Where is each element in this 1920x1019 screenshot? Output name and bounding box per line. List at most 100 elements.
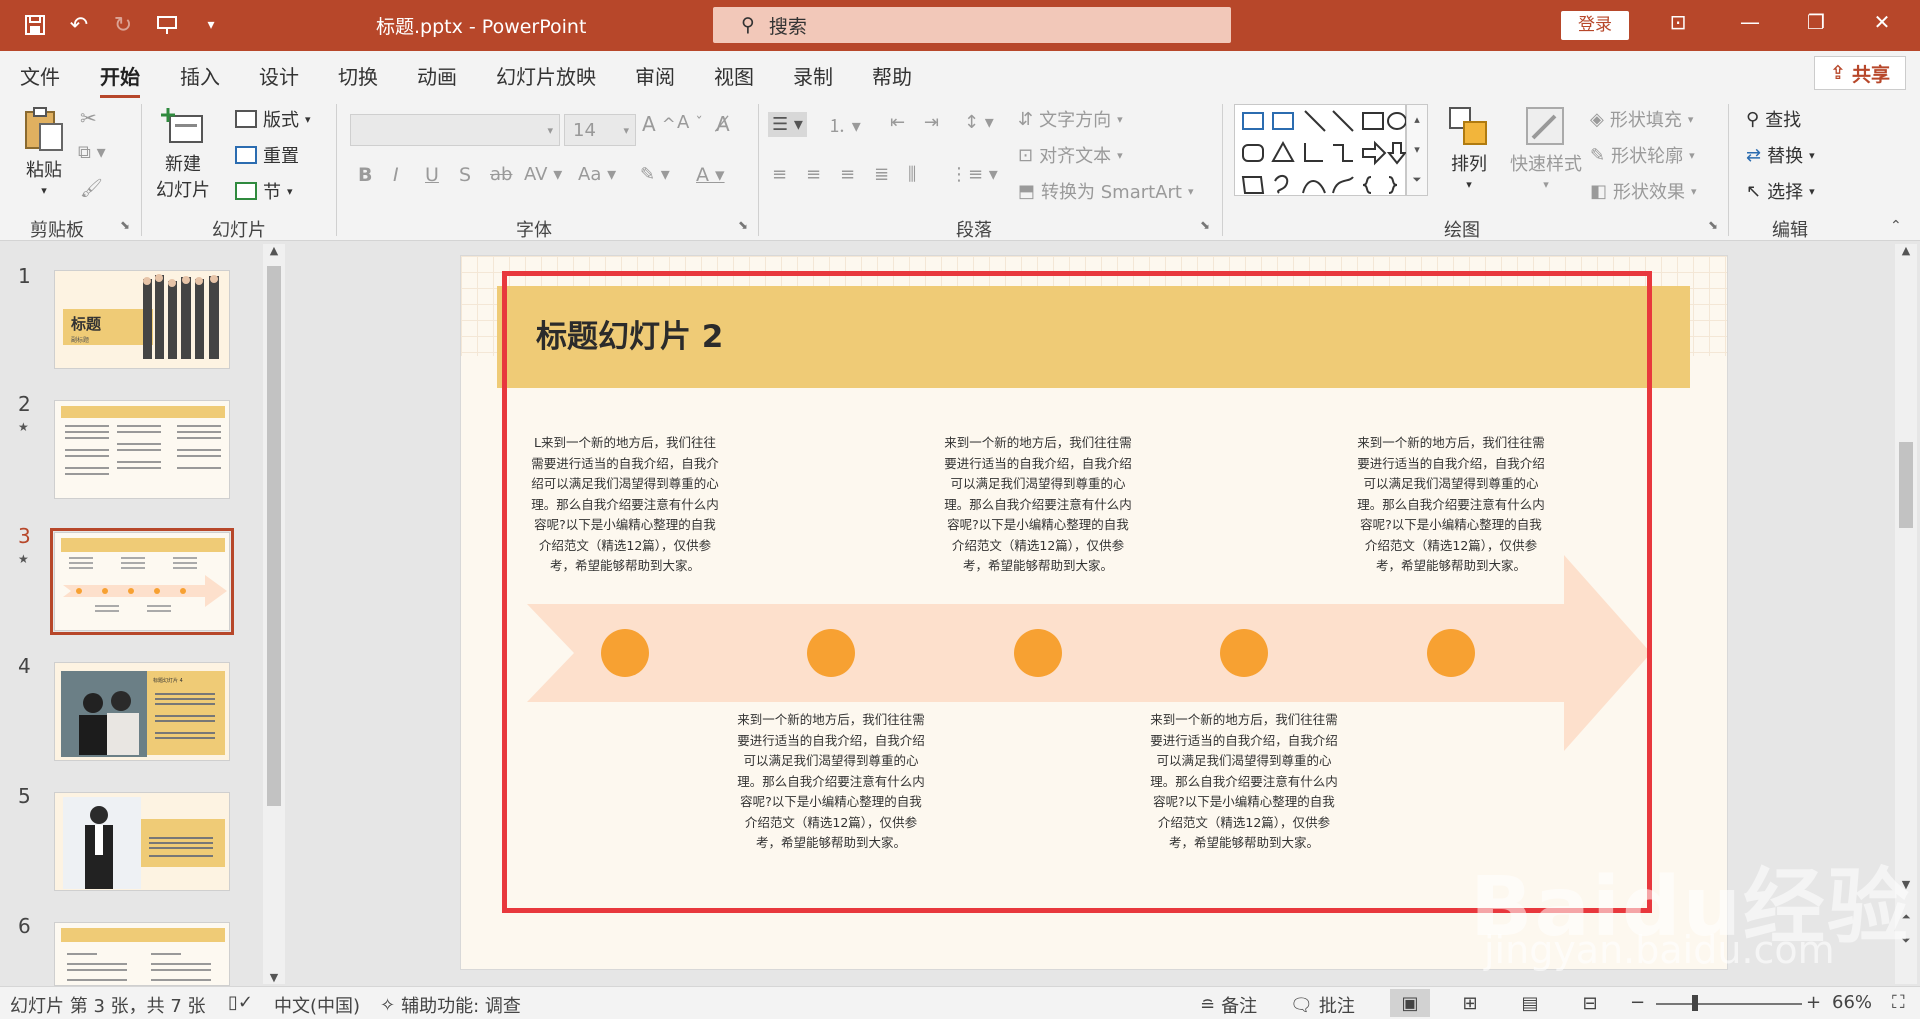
select-button[interactable]: ↖ 选择 ▾ [1746,178,1815,204]
tab-help[interactable]: 帮助 [872,61,912,90]
font-name-field[interactable]: ▾ [350,114,560,146]
strikethrough-icon[interactable]: ab [490,164,512,185]
spellcheck-icon[interactable]: ▯✓ [228,992,253,1013]
slide-thumbnail-2[interactable] [54,400,230,499]
new-slide-button[interactable]: 新建 幻灯片 [156,106,210,202]
save-icon[interactable] [20,10,50,40]
thumbnails-scrollbar[interactable]: ▲ ▼ [263,244,285,984]
decrease-indent-icon[interactable]: ⇤ [890,112,905,133]
restore-icon[interactable]: ❐ [1796,10,1836,34]
customize-qat-icon[interactable]: ▾ [196,10,226,40]
paragraph-launcher-icon[interactable]: ⬊ [1200,218,1210,232]
copy-icon[interactable]: ⧉ ▾ [78,142,106,163]
share-button[interactable]: ⇪ 共享 [1814,56,1906,90]
align-text-button[interactable]: ⊡ 对齐文本 ▾ [1018,142,1123,168]
tab-view[interactable]: 视图 [714,61,754,90]
align-center-icon[interactable]: ≡ [806,164,821,185]
line-spacing-icon[interactable]: ↕ ▾ [964,112,994,133]
highlight-color-icon[interactable]: ✎ ▾ [640,164,670,185]
slideshow-view-icon[interactable]: ⊟ [1570,989,1610,1017]
font-color-icon[interactable]: A ▾ [696,164,725,186]
tab-insert[interactable]: 插入 [180,61,220,90]
zoom-slider-track[interactable] [1656,1003,1802,1005]
accessibility-status[interactable]: ✧ 辅助功能: 调查 [380,992,521,1018]
drawing-launcher-icon[interactable]: ⬊ [1708,218,1718,232]
slide-sorter-view-icon[interactable]: ⊞ [1450,989,1490,1017]
scroll-up-icon[interactable]: ▲ [1895,244,1917,257]
notes-button[interactable]: ≘ 备注 [1200,992,1257,1018]
layout-button[interactable]: 版式 ▾ [235,106,311,132]
bold-icon[interactable]: B [358,164,372,186]
slide-thumbnail-4[interactable]: 标题幻灯片 4 [54,662,230,761]
present-from-start-icon[interactable] [152,10,182,40]
change-case-icon[interactable]: Aa ▾ [578,164,616,185]
zoom-out-icon[interactable]: − [1630,992,1645,1013]
gallery-down-icon[interactable]: ▾ [1414,143,1420,156]
character-spacing-icon[interactable]: AV ▾ [524,164,562,185]
align-left-icon[interactable]: ≡ [772,164,787,185]
shape-effects-button[interactable]: ◧ 形状效果 ▾ [1590,178,1697,204]
slide-thumbnail-1[interactable]: 标题 副标题 [54,270,230,369]
reading-view-icon[interactable]: ▤ [1510,989,1550,1017]
numbering-icon[interactable]: ⒈ ▾ [828,112,861,138]
increase-font-size-icon[interactable]: A ^ [642,112,676,136]
scroll-thumb[interactable] [1899,442,1913,528]
tab-transitions[interactable]: 切换 [338,61,378,90]
text-shadow-icon[interactable]: S [459,164,471,186]
format-painter-icon[interactable]: 🖌 [80,178,103,199]
clipboard-launcher-icon[interactable]: ⬊ [120,218,130,232]
italic-icon[interactable]: I [393,164,399,186]
tab-animations[interactable]: 动画 [417,61,457,90]
cut-icon[interactable]: ✂ [80,106,97,130]
font-size-field[interactable]: 14 ▾ [564,114,636,146]
paste-button[interactable]: 粘贴 ▾ [22,106,66,197]
columns-icon[interactable]: ⫼ [908,164,916,185]
search-box[interactable]: ⚲ 搜索 [713,7,1231,43]
language-status[interactable]: 中文(中国) [274,992,360,1018]
redo-icon[interactable]: ↻ [108,10,138,40]
section-button[interactable]: 节 ▾ [235,178,293,204]
slide-thumbnail-5[interactable] [54,792,230,891]
text-direction-button[interactable]: ⇵ 文字方向 ▾ [1018,106,1123,132]
collapse-ribbon-icon[interactable]: ⌃ [1890,218,1902,234]
close-icon[interactable]: ✕ [1862,10,1902,34]
arrange-button[interactable]: 排列 ▾ [1448,106,1490,191]
bullets-button[interactable]: ☰ ▾ [768,112,807,137]
decrease-font-size-icon[interactable]: Aˇ [677,112,703,133]
slide-thumbnail-6[interactable] [54,922,230,986]
scroll-thumb[interactable] [267,266,281,806]
fit-to-window-icon[interactable]: ⛶ [1892,992,1905,1013]
zoom-in-icon[interactable]: + [1806,992,1821,1013]
scroll-down-icon[interactable]: ▼ [263,971,285,984]
quick-styles-button[interactable]: 快速样式 ▾ [1510,106,1582,191]
ribbon-display-options-icon[interactable]: ⊡ [1658,10,1698,34]
shape-outline-button[interactable]: ✎ 形状轮廓 ▾ [1590,142,1695,168]
gallery-more-icon[interactable]: ⏷ [1413,173,1422,187]
tab-review[interactable]: 审阅 [635,61,675,90]
tab-design[interactable]: 设计 [259,61,299,90]
tab-file[interactable]: 文件 [20,61,60,90]
justify-icon[interactable]: ≣ [874,164,889,185]
convert-smartart-button[interactable]: ⬒ 转换为 SmartArt ▾ [1018,178,1194,204]
minimize-icon[interactable]: — [1730,10,1770,34]
gallery-up-icon[interactable]: ▴ [1414,113,1420,126]
normal-view-icon[interactable]: ▣ [1390,989,1430,1017]
undo-icon[interactable]: ↶ [64,10,94,40]
tab-record[interactable]: 录制 [793,61,833,90]
scroll-up-icon[interactable]: ▲ [263,244,285,257]
replace-button[interactable]: ⇄ 替换 ▾ [1746,142,1815,168]
underline-icon[interactable]: U [425,164,439,186]
login-button[interactable]: 登录 [1561,11,1629,40]
clear-formatting-icon[interactable]: A̸ [716,112,730,136]
font-launcher-icon[interactable]: ⬊ [738,218,748,232]
shapes-gallery-scroll[interactable]: ▴ ▾ ⏷ [1406,104,1428,196]
zoom-slider-thumb[interactable] [1692,995,1698,1011]
slide-thumbnail-3[interactable] [50,528,234,635]
find-button[interactable]: ⚲ 查找 [1746,106,1801,132]
shapes-gallery[interactable] [1234,104,1408,196]
comments-button[interactable]: 🗨 批注 [1290,992,1355,1018]
increase-indent-icon[interactable]: ⇥ [924,112,939,133]
align-right-icon[interactable]: ≡ [840,164,855,185]
shape-fill-button[interactable]: ◈ 形状填充 ▾ [1590,106,1693,132]
tab-home[interactable]: 开始 [100,61,140,98]
